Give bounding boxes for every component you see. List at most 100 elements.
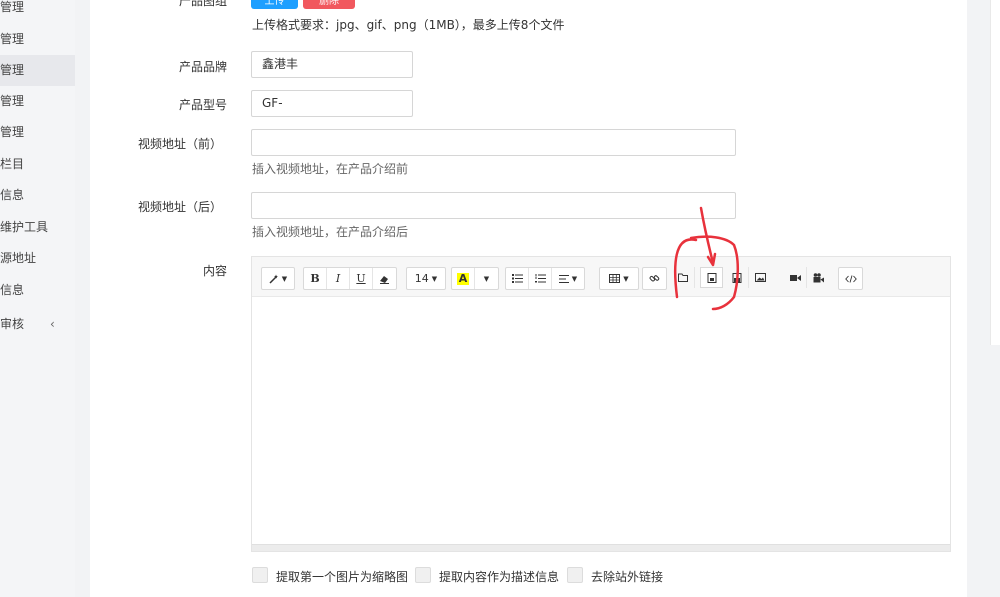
sidebar-item-label: 管理 bbox=[0, 32, 25, 46]
content-label: 内容 bbox=[202, 264, 227, 278]
bold-button[interactable]: B bbox=[304, 268, 327, 289]
ordered-list-icon bbox=[534, 274, 546, 283]
video-upload-button[interactable] bbox=[807, 267, 830, 288]
image-button[interactable] bbox=[700, 267, 723, 288]
caret-down-icon: ▼ bbox=[623, 274, 629, 283]
code-icon bbox=[844, 274, 857, 283]
multi-image-button[interactable] bbox=[749, 267, 772, 288]
table-dropdown[interactable]: ▼ bbox=[600, 268, 638, 289]
italic-button[interactable]: I bbox=[327, 268, 350, 289]
video-before-hint: 插入视频地址，在产品介绍前 bbox=[252, 162, 409, 176]
sidebar-item-label: 管理 bbox=[0, 63, 25, 77]
font-color-icon: A bbox=[456, 271, 470, 285]
description-checkbox[interactable] bbox=[415, 567, 431, 583]
movie-camera-icon bbox=[813, 272, 824, 282]
sidebar-item-label: 信息 bbox=[0, 283, 25, 297]
caret-down-icon: ▼ bbox=[483, 274, 490, 283]
style-group: ▼ bbox=[261, 267, 295, 290]
sidebar-item-2[interactable]: 管理 bbox=[0, 55, 75, 86]
remove-external-links-checkbox-label: 去除站外链接 bbox=[591, 570, 664, 584]
image-icon bbox=[707, 272, 716, 283]
caret-down-icon: ▼ bbox=[431, 274, 438, 283]
description-checkbox-label: 提取内容作为描述信息 bbox=[439, 570, 560, 584]
style-dropdown[interactable]: ▼ bbox=[262, 268, 294, 289]
sidebar: 管理 管理 管理 管理 管理 栏目 信息 维护工具 源地址 信息 审核 ‹ bbox=[0, 0, 75, 597]
table-icon bbox=[609, 274, 621, 283]
align-dropdown[interactable]: ▼ bbox=[552, 268, 584, 289]
sidebar-item-label: 源地址 bbox=[0, 251, 37, 265]
thumbnail-checkbox[interactable] bbox=[252, 567, 268, 583]
video-camera-icon bbox=[789, 274, 801, 281]
sidebar-item-label: 管理 bbox=[0, 125, 25, 139]
video-before-label: 视频地址（前） bbox=[137, 137, 222, 151]
table-group: ▼ bbox=[599, 267, 639, 290]
eraser-button[interactable] bbox=[373, 268, 396, 289]
unordered-list-icon bbox=[511, 274, 523, 283]
folder-icon bbox=[678, 273, 688, 282]
caret-down-icon: ▼ bbox=[571, 274, 578, 283]
sidebar-item-8[interactable]: 源地址 bbox=[0, 243, 75, 274]
sidebar-item-6[interactable]: 信息 bbox=[0, 180, 75, 211]
font-size-group: 14 ▼ bbox=[406, 267, 446, 290]
sidebar-item-1[interactable]: 管理 bbox=[0, 24, 75, 55]
paragraph-group: ▼ bbox=[505, 267, 585, 290]
video-after-input[interactable] bbox=[251, 192, 736, 219]
brand-input[interactable]: 鑫港丰 bbox=[251, 51, 413, 78]
sidebar-item-5[interactable]: 栏目 bbox=[0, 149, 75, 180]
sidebar-item-3[interactable]: 管理 bbox=[0, 86, 75, 117]
align-left-icon bbox=[558, 274, 569, 283]
gallery-label: 产品图组 bbox=[178, 0, 227, 8]
ordered-list-button[interactable] bbox=[529, 268, 552, 289]
brand-label: 产品品牌 bbox=[178, 60, 227, 74]
link-button[interactable] bbox=[643, 268, 666, 289]
editor-content-area[interactable] bbox=[252, 298, 950, 545]
eraser-icon bbox=[380, 275, 389, 284]
upload-button[interactable]: 上传 bbox=[251, 0, 298, 9]
picture-icon bbox=[755, 273, 766, 282]
remove-external-links-checkbox[interactable] bbox=[567, 567, 583, 583]
sidebar-item-label: 管理 bbox=[0, 0, 25, 14]
video-button[interactable] bbox=[784, 267, 807, 288]
editor-resize-bar[interactable] bbox=[252, 544, 950, 551]
chevron-left-icon: ‹ bbox=[50, 317, 55, 331]
sidebar-item-label: 维护工具 bbox=[0, 220, 49, 234]
link-group bbox=[642, 267, 667, 290]
sidebar-item-10[interactable]: 审核 ‹ bbox=[0, 309, 75, 340]
rich-text-editor: ▼ B I U 14 ▼ A ▼ ▼ ▼ bbox=[251, 256, 951, 552]
color-group: A ▼ bbox=[451, 267, 499, 290]
font-size-dropdown[interactable]: 14 ▼ bbox=[407, 268, 445, 289]
delete-button[interactable]: 删除 bbox=[303, 0, 355, 9]
unordered-list-button[interactable] bbox=[506, 268, 529, 289]
sidebar-item-4[interactable]: 管理 bbox=[0, 117, 75, 148]
sidebar-item-label: 管理 bbox=[0, 94, 25, 108]
font-group: B I U bbox=[303, 267, 397, 290]
code-view-button[interactable] bbox=[839, 268, 862, 289]
media-group bbox=[672, 267, 772, 290]
image-upload-icon bbox=[732, 272, 742, 283]
image-upload-button[interactable] bbox=[726, 267, 749, 288]
video-before-input[interactable] bbox=[251, 129, 736, 156]
sidebar-item-7[interactable]: 维护工具 bbox=[0, 212, 75, 243]
gallery-hint: 上传格式要求：jpg、gif、png（1MB），最多上传8个文件 bbox=[252, 18, 565, 32]
magic-wand-icon bbox=[269, 274, 278, 284]
link-icon bbox=[649, 275, 660, 282]
thumbnail-checkbox-label: 提取第一个图片为缩略图 bbox=[276, 570, 409, 584]
text-color-button[interactable]: A bbox=[452, 268, 475, 289]
video-group bbox=[784, 267, 830, 290]
model-label: 产品型号 bbox=[178, 98, 227, 112]
sidebar-item-label: 栏目 bbox=[0, 157, 25, 171]
sidebar-item-0[interactable]: 管理 bbox=[0, 0, 75, 23]
video-after-label: 视频地址（后） bbox=[137, 200, 222, 214]
right-panel-edge bbox=[990, 0, 1000, 345]
video-after-hint: 插入视频地址，在产品介绍后 bbox=[252, 225, 409, 239]
file-button[interactable] bbox=[672, 267, 695, 288]
sidebar-item-label: 审核 bbox=[0, 317, 25, 331]
text-color-dropdown[interactable]: ▼ bbox=[475, 268, 498, 289]
underline-button[interactable]: U bbox=[350, 268, 373, 289]
sidebar-item-9[interactable]: 信息 bbox=[0, 275, 75, 306]
sidebar-item-label: 信息 bbox=[0, 188, 25, 202]
caret-down-icon: ▼ bbox=[281, 274, 288, 283]
code-group bbox=[838, 267, 863, 290]
model-input[interactable]: GF- bbox=[251, 90, 413, 117]
editor-toolbar: ▼ B I U 14 ▼ A ▼ ▼ ▼ bbox=[252, 257, 950, 297]
